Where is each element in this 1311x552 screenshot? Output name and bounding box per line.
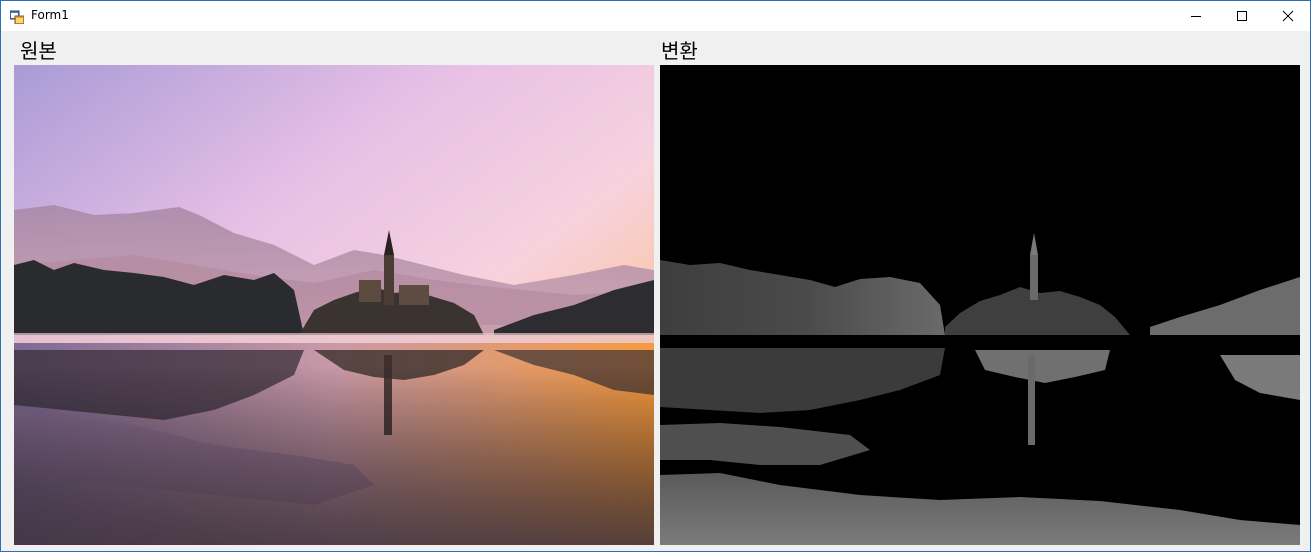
maximize-icon: [1236, 7, 1248, 26]
close-button[interactable]: [1265, 1, 1310, 31]
converted-picture-box: [660, 65, 1300, 545]
minimize-icon: [1190, 7, 1202, 26]
minimize-button[interactable]: [1173, 1, 1219, 31]
close-icon: [1282, 7, 1294, 26]
window-title: Form1: [31, 8, 69, 22]
maximize-button[interactable]: [1219, 1, 1265, 31]
converted-label: 변환: [661, 39, 698, 63]
original-image: [14, 65, 654, 545]
form-client-area: 원본 변환: [1, 31, 1310, 551]
winforms-app-icon: [9, 9, 25, 25]
original-label: 원본: [20, 39, 57, 63]
title-bar[interactable]: Form1: [1, 1, 1310, 31]
main-window: Form1 원본 변환: [0, 0, 1311, 552]
converted-image: [660, 65, 1300, 545]
original-picture-box: [14, 65, 654, 545]
